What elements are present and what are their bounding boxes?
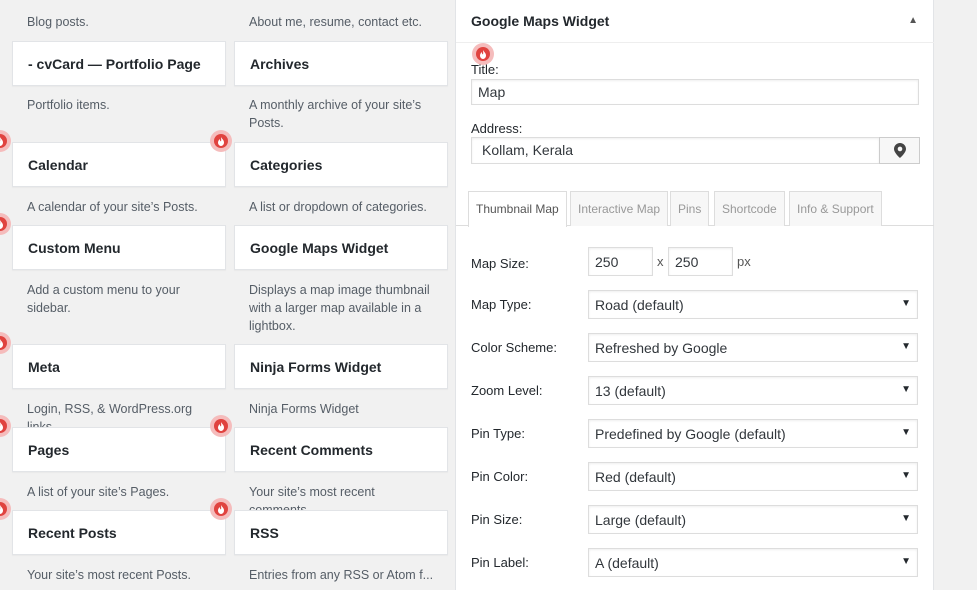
map-type-select[interactable]: Road (default) ▼	[588, 290, 918, 319]
pin-label-select[interactable]: A (default) ▼	[588, 548, 918, 577]
title-label: Title:	[471, 62, 499, 77]
widget-desc: Ninja Forms Widget	[249, 402, 359, 416]
chevron-down-icon: ▼	[901, 470, 911, 481]
map-pin-icon	[893, 143, 906, 158]
pin-label-label: Pin Label:	[471, 555, 529, 570]
widget-recent-comments[interactable]: Recent Comments	[234, 427, 448, 472]
flame-icon	[0, 415, 11, 437]
chevron-down-icon: ▼	[901, 427, 911, 438]
widget-cvcard-portfolio[interactable]: - cvCard — Portfolio Page	[12, 41, 226, 86]
widget-desc: Displays a map image thumbnail with a la…	[249, 283, 430, 333]
pin-location-button[interactable]	[879, 137, 920, 164]
widget-desc: A monthly archive of your site’s Posts.	[249, 98, 422, 130]
select-value: Red (default)	[595, 469, 676, 485]
color-scheme-label: Color Scheme:	[471, 340, 557, 355]
pin-size-label: Pin Size:	[471, 512, 523, 527]
map-size-label: Map Size:	[471, 256, 529, 271]
widget-desc: A calendar of your site’s Posts.	[27, 200, 198, 214]
widget-desc: Blog posts.	[27, 15, 89, 29]
tab-interactive-map[interactable]: Interactive Map	[570, 191, 669, 226]
size-separator: x	[657, 254, 664, 269]
available-widgets: Blog posts. About me, resume, contact et…	[0, 0, 455, 590]
map-type-label: Map Type:	[471, 297, 532, 312]
widget-categories[interactable]: Categories	[234, 142, 448, 187]
widget-calendar[interactable]: Calendar	[12, 142, 226, 187]
address-label: Address:	[471, 121, 523, 136]
chevron-down-icon: ▼	[901, 556, 911, 567]
size-unit: px	[737, 254, 751, 269]
pin-color-label: Pin Color:	[471, 469, 529, 484]
map-height-input[interactable]: 250	[668, 247, 733, 276]
google-maps-widget-panel: Google Maps Widget ▲ Title: Map Address:…	[455, 0, 934, 590]
widget-desc: Entries from any RSS or Atom f...	[249, 568, 434, 582]
address-input[interactable]: Kollam, Kerala	[471, 137, 880, 164]
chevron-down-icon: ▼	[901, 298, 911, 309]
zoom-level-label: Zoom Level:	[471, 383, 543, 398]
widget-desc: A list of your site’s Pages.	[27, 485, 170, 499]
tab-pins[interactable]: Pins	[670, 191, 710, 226]
chevron-down-icon: ▼	[901, 513, 911, 524]
chevron-down-icon: ▼	[901, 341, 911, 352]
flame-icon	[0, 130, 11, 152]
zoom-level-select[interactable]: 13 (default) ▼	[588, 376, 918, 405]
widget-desc: Your site’s most recent Posts.	[27, 568, 191, 582]
pin-type-label: Pin Type:	[471, 426, 525, 441]
widget-recent-posts[interactable]: Recent Posts	[12, 510, 226, 555]
widget-pages[interactable]: Pages	[12, 427, 226, 472]
map-width-input[interactable]: 250	[588, 247, 653, 276]
select-value: A (default)	[595, 555, 659, 571]
select-value: Predefined by Google (default)	[595, 426, 786, 442]
select-value: Refreshed by Google	[595, 340, 728, 356]
panel-title: Google Maps Widget	[471, 13, 610, 29]
panel-header[interactable]: Google Maps Widget ▲	[456, 0, 934, 43]
pin-type-select[interactable]: Predefined by Google (default) ▼	[588, 419, 918, 448]
tab-thumbnail-map[interactable]: Thumbnail Map	[468, 191, 567, 227]
widget-desc: Portfolio items.	[27, 98, 110, 112]
flame-icon	[210, 415, 232, 437]
widget-custom-menu[interactable]: Custom Menu	[12, 225, 226, 270]
flame-icon	[210, 498, 232, 520]
widget-google-maps[interactable]: Google Maps Widget	[234, 225, 448, 270]
pin-color-select[interactable]: Red (default) ▼	[588, 462, 918, 491]
widget-archives[interactable]: Archives	[234, 41, 448, 86]
widget-ninja-forms[interactable]: Ninja Forms Widget	[234, 344, 448, 389]
select-value: 13 (default)	[595, 383, 666, 399]
flame-icon	[0, 213, 11, 235]
flame-icon	[0, 332, 11, 354]
chevron-down-icon: ▼	[901, 384, 911, 395]
widget-rss[interactable]: RSS	[234, 510, 448, 555]
widget-desc: Add a custom menu to your sidebar.	[27, 283, 180, 315]
flame-icon	[0, 498, 11, 520]
triangle-up-icon[interactable]: ▲	[908, 15, 918, 26]
color-scheme-select[interactable]: Refreshed by Google ▼	[588, 333, 918, 362]
widget-meta[interactable]: Meta	[12, 344, 226, 389]
title-input[interactable]: Map	[471, 79, 919, 105]
select-value: Large (default)	[595, 512, 687, 528]
tab-shortcode[interactable]: Shortcode	[714, 191, 785, 226]
pin-size-select[interactable]: Large (default) ▼	[588, 505, 918, 534]
widget-desc: About me, resume, contact etc.	[249, 15, 422, 29]
select-value: Road (default)	[595, 297, 684, 313]
tab-info-support[interactable]: Info & Support	[789, 191, 882, 226]
flame-icon	[210, 130, 232, 152]
widget-desc: A list or dropdown of categories.	[249, 200, 427, 214]
